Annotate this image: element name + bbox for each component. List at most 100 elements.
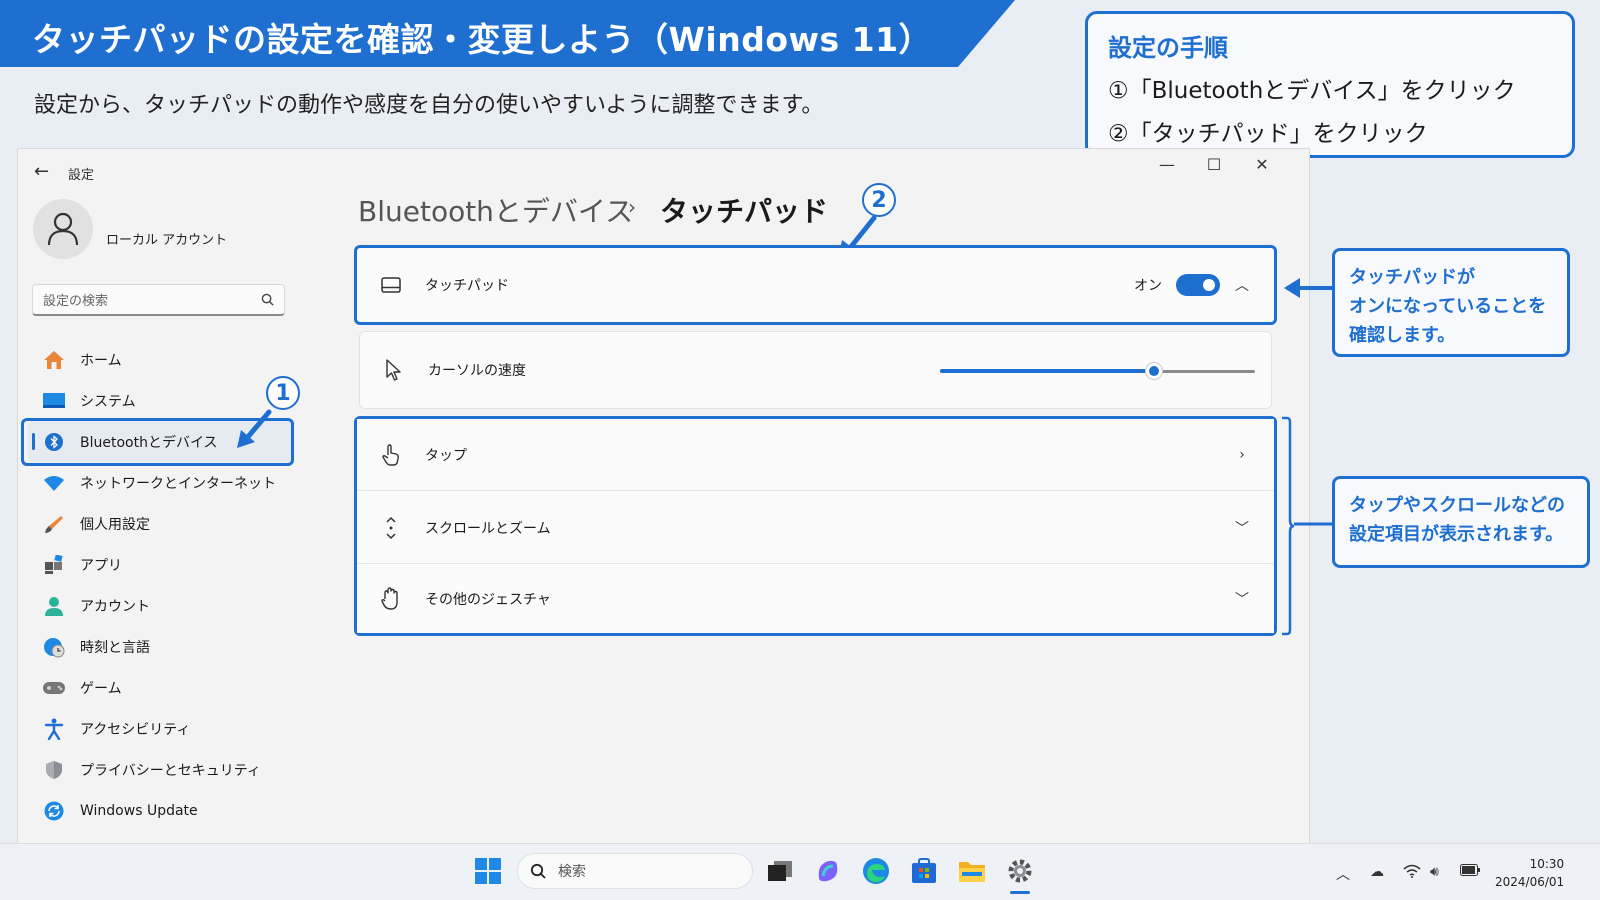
chevron-up-icon[interactable]: ︿: [1232, 275, 1252, 295]
steps-title: 設定の手順: [1108, 34, 1228, 62]
chevron-down-icon[interactable]: ﹀: [1232, 518, 1252, 538]
other-gestures-row[interactable]: その他のジェスチャ ﹀: [357, 565, 1274, 633]
sidebar-item-personalization[interactable]: 個人用設定: [28, 503, 293, 544]
tray-chevron-up-icon[interactable]: ︿: [1336, 864, 1350, 884]
globe-clock-icon: [42, 635, 66, 659]
callout-line: タッチパッドが: [1349, 267, 1475, 288]
task-view-icon[interactable]: [764, 855, 796, 887]
touchpad-options-group: タップ › スクロールとズーム ﹀ その他のジェスチャ ﹀: [354, 416, 1277, 636]
callout-line: オンになっていることを: [1349, 296, 1547, 317]
sidebar-item-accounts[interactable]: アカウント: [28, 585, 293, 626]
callout-line: 設定項目が表示されます。: [1349, 524, 1564, 545]
sidebar-item-label: アクセシビリティ: [80, 721, 191, 738]
scroll-zoom-label: スクロールとズーム: [425, 520, 551, 537]
clock-date: 2024/06/01: [1495, 875, 1565, 889]
sidebar-item-label: ホーム: [80, 352, 122, 369]
clock-time: 10:30: [1529, 857, 1565, 871]
scroll-zoom-row[interactable]: スクロールとズーム ﹀: [357, 492, 1274, 564]
step-marker-2: 2: [862, 183, 896, 217]
other-gestures-label: その他のジェスチャ: [425, 592, 551, 608]
window-title: 設定: [68, 168, 95, 183]
avatar[interactable]: [33, 199, 93, 259]
sidebar-item-windows-update[interactable]: Windows Update: [28, 790, 293, 831]
step-1: ①「Bluetoothとデバイス」をクリック: [1108, 78, 1516, 104]
update-icon: [42, 799, 66, 823]
gesture-hand-icon: [379, 587, 403, 611]
battery-icon[interactable]: [1460, 864, 1480, 880]
settings-gear-icon[interactable]: [1004, 855, 1036, 887]
start-windows-icon[interactable]: [472, 855, 504, 887]
search-icon: [261, 293, 274, 306]
breadcrumb-parent[interactable]: Bluetoothとデバイス: [358, 190, 633, 230]
sidebar-item-privacy[interactable]: プライバシーとセキュリティ: [28, 749, 293, 790]
group-bracket-icon: [1282, 416, 1295, 636]
chevron-down-icon[interactable]: ﹀: [1232, 589, 1252, 609]
close-icon[interactable]: ✕: [1248, 155, 1276, 174]
settings-search-input[interactable]: 設定の検索: [32, 284, 285, 316]
system-icon: [42, 389, 66, 413]
connector-line: [1294, 522, 1334, 526]
wifi-tray-icon[interactable]: [1403, 864, 1421, 882]
search-placeholder: 設定の検索: [43, 294, 109, 309]
taskbar-clock[interactable]: 10:30 2024/06/01: [1495, 855, 1564, 891]
sidebar-item-label: ネットワークとインターネット: [80, 475, 276, 492]
page-subtitle: 設定から、タッチパッドの動作や感度を自分の使いやすいように調整できます。: [34, 93, 824, 118]
file-explorer-icon[interactable]: [956, 855, 988, 887]
volume-icon[interactable]: 🔊︎: [1430, 864, 1439, 880]
sidebar-item-time-language[interactable]: 時刻と言語: [28, 626, 293, 667]
maximize-icon[interactable]: ☐: [1200, 155, 1228, 174]
minimize-icon[interactable]: —: [1153, 155, 1181, 174]
sidebar-item-label: 個人用設定: [80, 516, 150, 533]
breadcrumb-current: タッチパッド: [660, 195, 829, 228]
copilot-icon[interactable]: [812, 855, 844, 887]
accessibility-icon: [42, 717, 66, 741]
sidebar-item-home[interactable]: ホーム: [28, 339, 293, 380]
touchpad-icon: [379, 277, 403, 293]
person-icon: [42, 594, 66, 618]
arrow-left-icon: [1284, 278, 1332, 298]
onedrive-cloud-icon[interactable]: ☁: [1370, 864, 1384, 880]
touchpad-toggle[interactable]: [1176, 274, 1220, 296]
sidebar-item-label: 時刻と言語: [80, 639, 150, 656]
callout-line: タップやスクロールなどの: [1349, 495, 1565, 516]
arrow-to-bluetooth-icon: [237, 409, 272, 448]
tap-row[interactable]: タップ ›: [357, 419, 1274, 491]
sidebar-item-network[interactable]: ネットワークとインターネット: [28, 462, 293, 503]
back-arrow-icon[interactable]: ←: [34, 161, 49, 182]
touchpad-toggle-row[interactable]: タッチパッド オン ︿: [354, 245, 1277, 325]
sidebar-item-label: システム: [80, 393, 136, 410]
step-2: ②「タッチパッド」をクリック: [1108, 121, 1428, 147]
sidebar-item-apps[interactable]: アプリ: [28, 544, 293, 585]
callout-line: 確認します。: [1349, 325, 1456, 346]
home-icon: [42, 348, 66, 372]
person-outline-icon: [47, 212, 79, 246]
callout-touchpad-on: タッチパッドが オンになっていることを 確認します。: [1332, 248, 1570, 357]
sidebar-item-accessibility[interactable]: アクセシビリティ: [28, 708, 293, 749]
apps-icon: [42, 553, 66, 577]
store-icon[interactable]: [908, 855, 940, 887]
brush-icon: [42, 512, 66, 536]
touchpad-label: タッチパッド: [425, 278, 509, 294]
steps-box: 設定の手順 ①「Bluetoothとデバイス」をクリック ②「タッチパッド」をク…: [1085, 11, 1575, 158]
cursor-speed-slider-fill: [940, 369, 1155, 373]
sidebar-item-gaming[interactable]: ゲーム: [28, 667, 293, 708]
tap-label: タップ: [425, 447, 467, 464]
edge-browser-icon[interactable]: [860, 855, 892, 887]
taskbar: [0, 843, 1600, 900]
tap-hand-icon: [379, 443, 403, 466]
sidebar-item-label: ゲーム: [80, 680, 122, 697]
taskbar-search-input[interactable]: 検索: [517, 853, 753, 889]
gamepad-icon: [42, 676, 66, 700]
sidebar-item-label: Windows Update: [80, 802, 198, 819]
callout-items: タップやスクロールなどの 設定項目が表示されます。: [1332, 476, 1590, 568]
breadcrumb-separator: ›: [628, 195, 636, 219]
wifi-icon: [42, 471, 66, 495]
cursor-icon: [382, 359, 406, 381]
account-name: ローカル アカウント: [106, 233, 228, 248]
shield-icon: [42, 758, 66, 782]
taskbar-search-placeholder: 検索: [558, 864, 586, 880]
search-icon: [530, 863, 546, 879]
sidebar-item-label: アカウント: [80, 598, 150, 615]
page-title: タッチパッドの設定を確認・変更しよう（Windows 11）: [32, 20, 933, 59]
chevron-right-icon[interactable]: ›: [1232, 447, 1252, 463]
